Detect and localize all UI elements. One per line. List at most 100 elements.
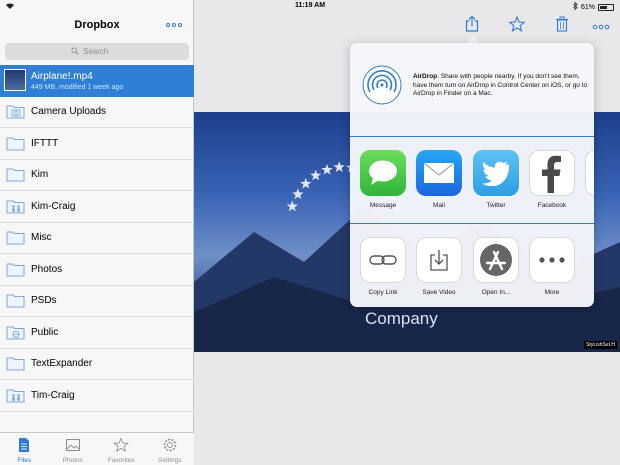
tab-settings[interactable]: Settings xyxy=(146,433,195,465)
share-actions-row: Copy Link Save Video Open In... More xyxy=(350,225,594,307)
more-icon xyxy=(592,24,610,30)
list-item[interactable]: Misc xyxy=(0,223,194,254)
video-thumbnail-icon xyxy=(4,69,26,91)
list-item[interactable]: Public xyxy=(0,317,194,349)
sidebar-title: Dropbox xyxy=(74,19,120,31)
folder-icon xyxy=(6,262,25,277)
list-item[interactable]: TextExpander xyxy=(0,349,194,380)
tab-label: Files xyxy=(17,457,32,464)
action-label: Copy Link xyxy=(368,289,398,296)
mail-icon xyxy=(416,150,462,196)
share-app-mail[interactable]: Mail xyxy=(411,150,467,209)
share-app-label: Message xyxy=(369,202,397,209)
action-save-video[interactable]: Save Video xyxy=(411,237,467,296)
share-app-label: Facebook xyxy=(537,202,567,209)
share-button[interactable] xyxy=(463,15,481,33)
list-item[interactable]: PSDs xyxy=(0,286,194,317)
file-name: Photos xyxy=(31,263,63,275)
file-name: Misc xyxy=(31,232,52,244)
shared-folder-icon xyxy=(6,199,25,214)
video-star xyxy=(286,200,298,212)
tab-label: Favorites xyxy=(107,457,135,464)
star-icon xyxy=(113,437,130,457)
folder-icon xyxy=(6,136,25,151)
delete-button[interactable] xyxy=(553,15,571,33)
list-item[interactable]: IFTTT xyxy=(0,128,194,160)
file-name: Kim xyxy=(31,169,49,181)
shared-folder-icon xyxy=(6,388,25,403)
tab-bar: Files Photos Favorites Settings xyxy=(0,432,194,465)
airdrop-instructions: . Share with people nearby. If you don't… xyxy=(413,73,588,97)
list-item[interactable]: Kim xyxy=(0,160,194,191)
airdrop-icon xyxy=(362,65,402,105)
video-star xyxy=(310,169,322,181)
share-app-facebook[interactable]: Facebook xyxy=(524,150,580,209)
share-app-label: Mail xyxy=(433,202,445,209)
facebook-icon xyxy=(529,150,575,196)
share-app-label: Twitter xyxy=(486,202,506,209)
video-star xyxy=(300,177,312,189)
gear-icon xyxy=(162,437,178,457)
camera-folder-icon xyxy=(6,104,25,119)
list-item-selected[interactable]: Airplane!.mp4 449 MB, modified 1 week ago xyxy=(0,65,194,97)
share-app-message[interactable]: Message xyxy=(355,150,411,209)
share-sheet: AirDrop. Share with people nearby. If yo… xyxy=(350,43,594,307)
file-name: Tim-Craig xyxy=(31,389,75,401)
bluetooth-icon xyxy=(573,1,578,12)
sidebar-header: Dropbox xyxy=(0,12,194,40)
video-watermark: StyLishSeLH xyxy=(584,341,617,349)
status-bar: 11:19 AM 61% xyxy=(0,0,620,12)
file-list: Airplane!.mp4 449 MB, modified 1 week ago… xyxy=(0,65,194,412)
tab-favorites[interactable]: Favorites xyxy=(97,433,146,465)
favorite-button[interactable] xyxy=(508,15,526,33)
tab-files[interactable]: Files xyxy=(0,433,49,465)
app-store-icon xyxy=(473,237,519,283)
more-options-button[interactable] xyxy=(166,20,184,30)
save-icon xyxy=(416,237,462,283)
star-icon xyxy=(508,15,526,33)
search-input[interactable] xyxy=(83,47,123,56)
action-open-in[interactable]: Open In... xyxy=(468,237,524,296)
share-icon xyxy=(465,15,479,32)
more-button[interactable] xyxy=(592,19,610,30)
action-copy-link[interactable]: Copy Link xyxy=(355,237,411,296)
folder-icon xyxy=(6,356,25,371)
share-sheet-arrow xyxy=(466,36,480,43)
public-folder-icon xyxy=(6,325,25,340)
status-time: 11:19 AM xyxy=(294,2,326,9)
more-icon xyxy=(529,237,575,283)
list-item[interactable]: Photos xyxy=(0,254,194,286)
file-name: IFTTT xyxy=(31,137,59,149)
search-icon xyxy=(71,46,79,57)
file-name: Airplane!.mp4 xyxy=(31,71,93,82)
file-name: TextExpander xyxy=(31,358,93,370)
airdrop-section[interactable]: AirDrop. Share with people nearby. If yo… xyxy=(350,43,594,137)
twitter-icon xyxy=(473,150,519,196)
trash-icon xyxy=(556,16,568,32)
airdrop-description: AirDrop. Share with people nearby. If yo… xyxy=(413,73,588,99)
file-name: Kim-Craig xyxy=(31,200,76,212)
share-app-twitter[interactable]: Twitter xyxy=(468,150,524,209)
tab-photos[interactable]: Photos xyxy=(49,433,98,465)
folder-icon xyxy=(6,293,25,308)
action-more[interactable]: More xyxy=(524,237,580,296)
file-name: PSDs xyxy=(31,295,57,307)
list-item[interactable]: Tim-Craig xyxy=(0,380,194,412)
airdrop-title: AirDrop xyxy=(413,73,438,80)
toolbar xyxy=(194,12,620,38)
sidebar: Dropbox Airplane!.mp4 449 MB, modified 1 … xyxy=(0,0,194,465)
action-label: More xyxy=(544,289,560,296)
file-name: Public xyxy=(31,326,59,338)
folder-icon xyxy=(6,167,25,182)
file-name: Camera Uploads xyxy=(31,106,107,118)
message-icon xyxy=(360,150,406,196)
list-item[interactable]: Camera Uploads xyxy=(0,97,194,128)
file-meta: 449 MB, modified 1 week ago xyxy=(31,84,124,91)
list-item[interactable]: Kim-Craig xyxy=(0,191,194,223)
tab-label: Photos xyxy=(62,457,83,464)
action-label: Save Video xyxy=(422,289,456,296)
share-apps-row: Message Mail Twitter Facebook xyxy=(350,138,594,224)
link-icon xyxy=(360,237,406,283)
share-app-overflow[interactable] xyxy=(580,150,594,196)
search-bar[interactable] xyxy=(5,43,189,60)
